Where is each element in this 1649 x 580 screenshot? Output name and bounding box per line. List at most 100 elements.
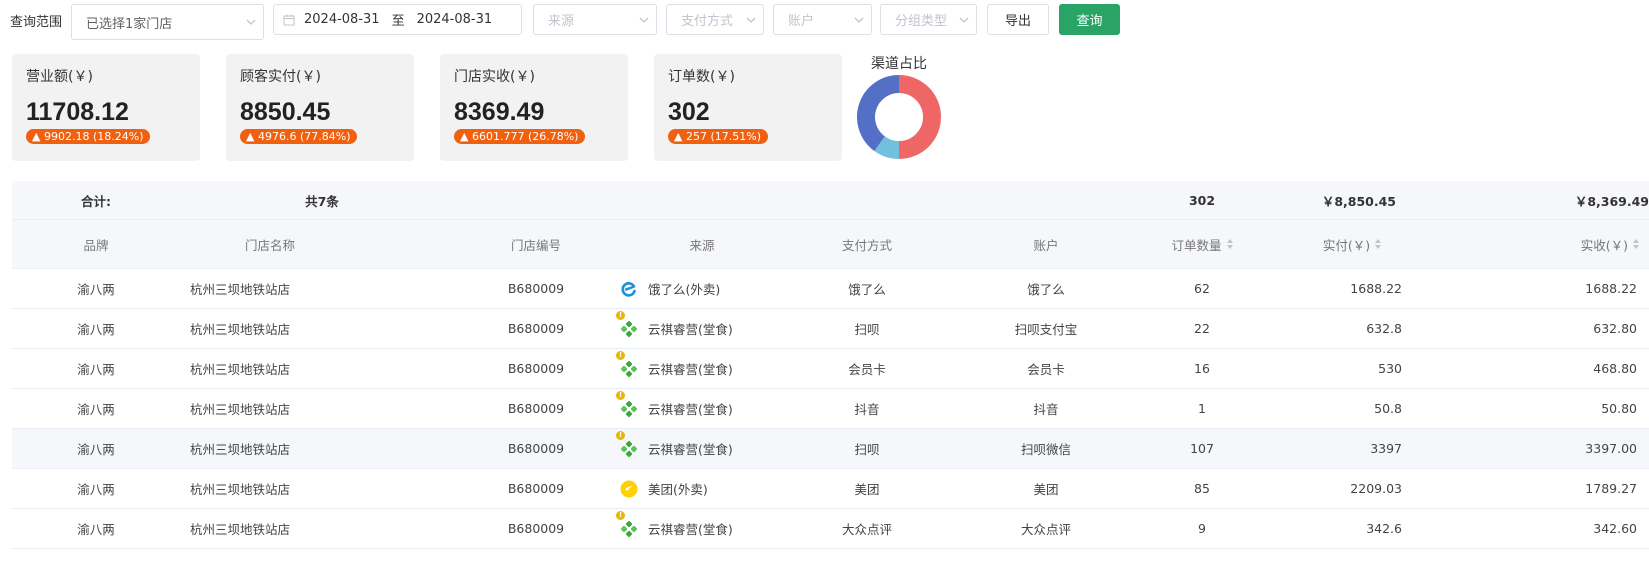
yunqi-icon: !	[616, 350, 638, 378]
cell-store: 杭州三坝地铁站店	[190, 442, 291, 457]
cell-received: 1789.27	[1585, 481, 1637, 496]
cell-payment-method: 抖音	[854, 402, 880, 417]
cell-received: 3397.00	[1585, 441, 1637, 456]
cell-orders: 62	[1194, 281, 1210, 296]
stat-card-value: 11708.12	[26, 98, 129, 126]
account-select[interactable]: 账户	[773, 4, 872, 35]
summary-count: 共7条	[305, 193, 339, 209]
cell-store: 杭州三坝地铁站店	[190, 402, 291, 417]
cell-account: 美团	[1033, 482, 1059, 497]
query-range-label: 查询范围	[10, 15, 63, 30]
table-row[interactable]: 渝八两 杭州三坝地铁站店 B680009! 云祺睿营(堂食) 扫呗 扫呗微信 107 3397…	[12, 429, 1649, 469]
chevron-down-icon	[739, 17, 763, 23]
table-row[interactable]: 渝八两 杭州三坝地铁站店 B680009! 云祺睿营(堂食) 抖音 抖音 1 50.8 50.8…	[12, 389, 1649, 429]
stat-card-orders: 订单数(￥) 302 ▲ 257 (17.51%)	[654, 54, 842, 161]
cell-brand: 渝八两	[77, 322, 115, 337]
table-row[interactable]: 渝八两 杭州三坝地铁站店 B680009 饿了么(外卖) 饿了么 饿了么 62 1688.22…	[12, 269, 1649, 309]
cell-store-code: B680009	[507, 361, 565, 376]
stat-card-change-badge: ▲ 257 (17.51%)	[668, 129, 768, 144]
group-type-placeholder: 分组类型	[895, 14, 948, 29]
cell-source-label: 云祺睿营(堂食)	[648, 442, 733, 457]
sort-icon[interactable]	[1375, 238, 1382, 250]
yunqi-icon: !	[616, 510, 638, 538]
cell-payment-method: 会员卡	[848, 362, 886, 377]
summary-received: ￥8,369.49	[1574, 193, 1649, 209]
donut-segment[interactable]	[874, 136, 900, 159]
cell-source-label: 饿了么(外卖)	[648, 282, 721, 297]
cell-source: 美团(外卖)	[620, 469, 780, 508]
table-row[interactable]: 渝八两 杭州三坝地铁站店 B680009! 云祺睿营(堂食) 大众点评 大众点评 9 342.…	[12, 509, 1649, 549]
cell-source-label: 云祺睿营(堂食)	[648, 402, 733, 417]
date-start[interactable]: 2024-08-31	[304, 12, 380, 27]
sort-icon[interactable]	[1226, 238, 1233, 250]
cell-orders: 16	[1194, 361, 1210, 376]
stat-card-store-received: 门店实收(￥) 8369.49 ▲ 6601.777 (26.78%)	[440, 54, 628, 161]
date-range-picker[interactable]: 2024-08-31 至 2024-08-31	[273, 4, 522, 35]
table-row[interactable]: 渝八两 杭州三坝地铁站店 B680009 美团(外卖) 美团 美团 85 2209.03 178…	[12, 469, 1649, 509]
stat-card-label: 顾客实付(￥)	[240, 69, 321, 85]
cell-received: 50.80	[1601, 401, 1637, 416]
source-select[interactable]: 来源	[533, 4, 657, 35]
stat-card-value: 302	[668, 98, 710, 126]
date-end[interactable]: 2024-08-31	[417, 12, 493, 27]
group-type-select[interactable]: 分组类型	[880, 4, 977, 35]
table-header-row: 品牌 门店名称 门店编号 来源 支付方式 账户 订单数量 实付(￥) 实收(￥)	[12, 220, 1649, 269]
cell-received: 1688.22	[1585, 281, 1637, 296]
yunqi-icon: !	[616, 310, 638, 338]
cell-source: 饿了么(外卖)	[620, 269, 780, 308]
cell-account: 扫呗支付宝	[1014, 322, 1078, 337]
cell-store-code: B680009	[507, 401, 565, 416]
cell-paid: 3397	[1370, 441, 1402, 456]
cell-brand: 渝八两	[77, 442, 115, 457]
column-header-brand: 品牌	[83, 237, 109, 253]
stat-card-customer-paid: 顾客实付(￥) 8850.45 ▲ 4976.6 (77.84%)	[226, 54, 414, 161]
column-header-account: 账户	[1033, 237, 1059, 253]
cell-store-code: B680009	[507, 281, 565, 296]
column-header-orders-label: 订单数量	[1171, 237, 1222, 253]
table-row[interactable]: 渝八两 杭州三坝地铁站店 B680009! 云祺睿营(堂食) 扫呗 扫呗支付宝 22 632.…	[12, 309, 1649, 349]
cell-payment-method: 大众点评	[841, 522, 892, 537]
stat-card-value: 8369.49	[454, 98, 545, 126]
query-button[interactable]: 查询	[1059, 4, 1120, 35]
stat-card-change: 4976.6 (77.84%)	[257, 130, 351, 143]
column-header-orders[interactable]: 订单数量	[1152, 220, 1252, 268]
source-select-placeholder: 来源	[548, 14, 575, 29]
stat-card-revenue: 营业额(￥) 11708.12 ▲ 9902.18 (18.24%)	[12, 54, 200, 161]
warning-icon: !	[616, 350, 625, 360]
sort-icon[interactable]	[1633, 238, 1639, 250]
chevron-down-icon	[239, 19, 263, 25]
cell-paid: 530	[1378, 361, 1402, 376]
table-row[interactable]: 渝八两 杭州三坝地铁站店 B680009! 云祺睿营(堂食) 会员卡 会员卡 16 530 46…	[12, 349, 1649, 389]
donut-segment[interactable]	[898, 75, 941, 159]
cell-orders: 107	[1190, 441, 1214, 456]
column-header-paid[interactable]: 实付(￥)	[1282, 220, 1422, 268]
channel-chart-title: 渠道占比	[871, 56, 927, 72]
cell-brand: 渝八两	[77, 402, 115, 417]
stat-card-value: 8850.45	[240, 98, 331, 126]
payment-method-select[interactable]: 支付方式	[666, 4, 764, 35]
stat-card-label: 营业额(￥)	[26, 69, 93, 85]
warning-icon: !	[616, 510, 625, 520]
yunqi-icon: !	[616, 390, 638, 418]
cell-store-code: B680009	[507, 481, 565, 496]
store-select[interactable]: 已选择1家门店	[71, 4, 264, 40]
cell-source: ! 云祺睿营(堂食)	[616, 309, 780, 348]
cell-brand: 渝八两	[77, 362, 115, 377]
donut-segment[interactable]	[857, 75, 900, 151]
cell-store: 杭州三坝地铁站店	[190, 362, 291, 377]
warning-icon: !	[616, 310, 625, 320]
cell-account: 饿了么	[1027, 282, 1065, 297]
cell-source-label: 云祺睿营(堂食)	[648, 522, 733, 537]
channel-donut-chart[interactable]	[856, 74, 942, 160]
summary-orders: 302	[1188, 192, 1216, 208]
chevron-down-icon	[847, 17, 871, 23]
cell-paid: 50.8	[1374, 401, 1402, 416]
column-header-received[interactable]: 实收(￥)	[1452, 220, 1649, 268]
column-header-source: 来源	[689, 237, 715, 253]
stat-card-change: 6601.777 (26.78%)	[471, 130, 579, 143]
cell-account: 会员卡	[1027, 362, 1065, 377]
export-button[interactable]: 导出	[987, 4, 1049, 35]
cell-paid: 342.6	[1366, 521, 1402, 536]
cell-store: 杭州三坝地铁站店	[190, 282, 291, 297]
cell-orders: 1	[1198, 401, 1206, 416]
